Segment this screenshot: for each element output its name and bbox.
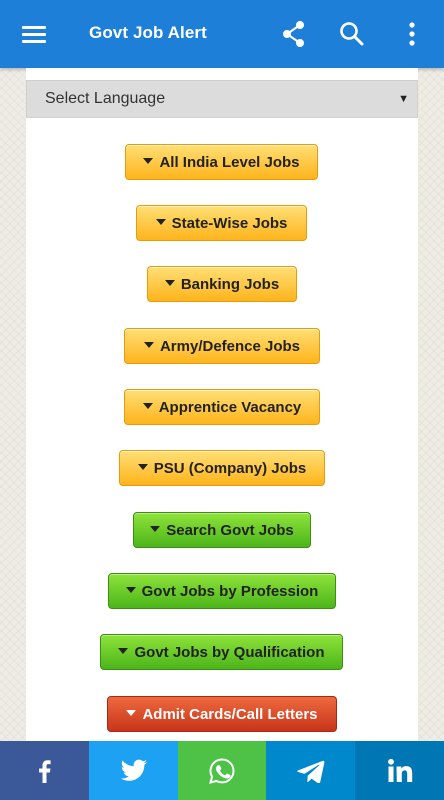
twitter-share-button[interactable] [89, 741, 178, 800]
psu-jobs-button[interactable]: PSU (Company) Jobs [119, 450, 325, 486]
linkedin-share-button[interactable] [355, 741, 444, 800]
caret-down-icon [164, 280, 175, 286]
state-wise-jobs-button[interactable]: State-Wise Jobs [136, 205, 307, 241]
caret-down-icon [143, 158, 154, 164]
whatsapp-icon [209, 757, 235, 784]
app-bar: Govt Job Alert [0, 0, 444, 68]
telegram-share-button[interactable] [266, 741, 355, 800]
caret-down-icon [150, 526, 161, 532]
caret-down-icon [142, 403, 153, 409]
search-govt-jobs-button[interactable]: Search Govt Jobs [133, 512, 311, 548]
caret-down-icon [126, 710, 137, 716]
telegram-icon [296, 760, 324, 783]
facebook-share-button[interactable] [0, 741, 89, 800]
jobs-by-profession-button[interactable]: Govt Jobs by Profession [108, 573, 336, 609]
language-select-value: Select Language [45, 90, 166, 107]
caret-down-icon [125, 587, 136, 593]
app-title: Govt Job Alert [89, 23, 207, 42]
caret-down-icon [118, 648, 129, 654]
banking-jobs-button[interactable]: Banking Jobs [147, 266, 297, 302]
share-icon[interactable] [278, 18, 310, 50]
menu-icon[interactable] [18, 19, 50, 49]
facebook-icon [38, 759, 51, 783]
all-india-jobs-button[interactable]: All India Level Jobs [125, 144, 318, 180]
army-defence-jobs-button[interactable]: Army/Defence Jobs [124, 328, 320, 364]
main-content: Select Language ▼ All India Level Jobs S… [26, 68, 418, 741]
apprentice-vacancy-button[interactable]: Apprentice Vacancy [124, 389, 320, 425]
caret-down-icon [143, 342, 154, 348]
dropdown-caret-icon: ▼ [398, 93, 409, 105]
more-vert-icon[interactable] [396, 18, 428, 50]
twitter-icon [120, 759, 147, 781]
linkedin-icon [387, 758, 412, 782]
caret-down-icon [137, 464, 148, 470]
jobs-by-qualification-button[interactable]: Govt Jobs by Qualification [100, 634, 343, 670]
language-select[interactable]: Select Language ▼ [26, 80, 418, 118]
caret-down-icon [155, 219, 166, 225]
admit-cards-button[interactable]: Admit Cards/Call Letters [107, 696, 337, 732]
share-bar [0, 741, 444, 800]
search-icon[interactable] [336, 18, 368, 50]
whatsapp-share-button[interactable] [178, 741, 266, 800]
